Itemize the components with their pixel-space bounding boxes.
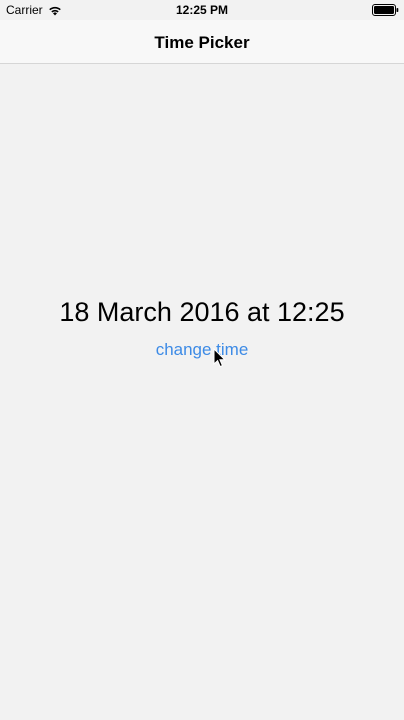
battery-icon [372, 4, 399, 16]
navigation-bar: Time Picker [0, 20, 404, 64]
status-bar: Carrier 12:25 PM [0, 0, 404, 20]
change-time-button[interactable]: change time [142, 338, 262, 362]
selected-date-label: 18 March 2016 at 12:25 [59, 297, 345, 327]
main-content: 18 March 2016 at 12:25 change time [0, 64, 404, 720]
status-time: 12:25 PM [175, 3, 229, 17]
nav-title: Time Picker [154, 33, 250, 52]
mouse-pointer-icon [213, 348, 226, 368]
